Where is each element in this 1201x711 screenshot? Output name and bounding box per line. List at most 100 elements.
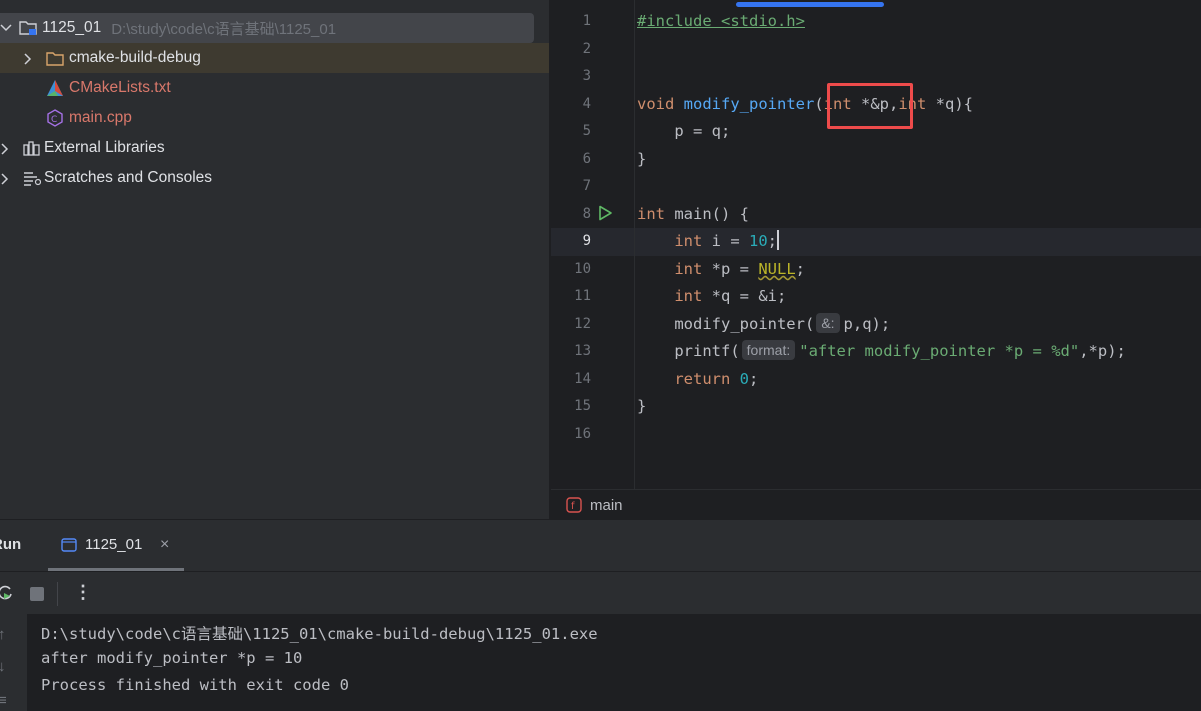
console-gutter: ↑ ↓ ≡ [0, 614, 27, 711]
console-icon [61, 538, 77, 557]
code-line[interactable]: } [637, 146, 646, 173]
more-options-icon[interactable]: ⋮ [74, 582, 92, 603]
code-line[interactable]: void modify_pointer(int *&p,int *q){ [637, 91, 973, 118]
run-tool-window: Run 1125_01 × ⋮ ↑ ↓ ≡ D:\study\code\c语言基… [0, 519, 1201, 711]
svg-text:C: C [51, 115, 57, 125]
code-line[interactable]: modify_pointer(&: p,q); [637, 311, 890, 338]
code-token: *p = [702, 260, 759, 278]
code-line[interactable]: printf(format: "after modify_pointer *p =… [637, 338, 1126, 365]
run-header: Run 1125_01 × [0, 520, 1201, 572]
code-token: ; [795, 260, 805, 278]
code-token: ,*p); [1079, 342, 1126, 360]
code-token: modify_pointer( [674, 315, 815, 333]
string-literal: "after modify_pointer *p = %d" [799, 342, 1080, 360]
line-number-current: 9 [582, 233, 591, 249]
breadcrumb[interactable]: f main [551, 489, 1201, 520]
toolbar-divider [57, 582, 58, 606]
tree-item-cmakelists[interactable]: CMakeLists.txt [45, 73, 171, 103]
chevron-right-icon[interactable] [23, 53, 33, 65]
tree-root-path: D:\study\code\c语言基础\1125_01 [111, 20, 337, 38]
console-output[interactable]: ↑ ↓ ≡ D:\study\code\c语言基础\1125_01\cmake-… [0, 614, 1201, 711]
line-number: 2 [582, 41, 591, 57]
gutter-divider [634, 0, 635, 489]
tree-item-label: cmake-build-debug [69, 49, 201, 66]
tree-root-label: 1125_01 [42, 19, 102, 36]
line-number: 10 [574, 261, 591, 277]
line-number: 5 [582, 123, 591, 139]
code-token: p,q); [843, 315, 891, 333]
line-number-gutter: 1 2 3 4 5 6 7 8 9 10 11 12 13 14 15 16 [551, 0, 635, 489]
line-number: 13 [574, 343, 591, 359]
libraries-icon [22, 138, 42, 158]
code-line[interactable]: int *q = &i; [637, 283, 786, 310]
chevron-right-icon[interactable] [0, 143, 10, 155]
parameter-hint: format: [741, 340, 796, 360]
run-tab-label: 1125_01 [85, 536, 143, 553]
chevron-right-icon[interactable] [0, 173, 10, 185]
run-title: Run [0, 536, 22, 553]
code-token: *q){ [926, 95, 974, 113]
editor-tab-indicator [736, 2, 884, 7]
tree-item-main-cpp[interactable]: C main.cpp [45, 103, 132, 133]
keyword: int [674, 232, 703, 250]
function-name: modify_pointer [683, 95, 815, 113]
line-number: 4 [582, 96, 591, 112]
code-line[interactable]: p = q; [637, 118, 730, 145]
code-line-current[interactable]: int i = 10; [637, 228, 780, 255]
keyword: int [674, 260, 703, 278]
code-token: ; [749, 370, 759, 388]
keyword: int [637, 205, 665, 223]
cpp-file-icon: C [45, 108, 65, 128]
cmake-icon [45, 78, 65, 98]
function-icon: f [566, 497, 582, 513]
scratches-icon [22, 168, 42, 188]
tree-root[interactable]: 1125_01 D:\study\code\c语言基础\1125_01 [0, 13, 534, 43]
line-number: 16 [574, 426, 591, 442]
parameter-hint: &: [816, 313, 840, 333]
text-caret [777, 230, 780, 250]
rerun-icon[interactable] [0, 584, 14, 607]
run-config-tab[interactable]: 1125_01 × [48, 520, 184, 571]
tree-item-scratches[interactable]: Scratches and Consoles [0, 163, 212, 193]
svg-text:f: f [571, 501, 575, 512]
keyword: int [674, 287, 703, 305]
chevron-down-icon[interactable] [0, 23, 12, 33]
number-literal: 10 [749, 232, 768, 250]
tree-item-cmake-build-debug[interactable]: cmake-build-debug [0, 43, 549, 73]
close-icon[interactable]: × [160, 536, 169, 554]
code-token: *q = &i; [702, 287, 787, 305]
tree-item-label: External Libraries [44, 139, 165, 156]
arrow-down-icon[interactable]: ↓ [0, 658, 6, 675]
line-number: 7 [582, 178, 591, 194]
code-token: printf( [674, 342, 740, 360]
project-tool-window: 1125_01 D:\study\code\c语言基础\1125_01 cmak… [0, 0, 549, 519]
annotation-highlight-box [827, 83, 913, 129]
line-number: 8 [582, 206, 591, 222]
line-number: 6 [582, 151, 591, 167]
soft-wrap-icon[interactable]: ≡ [0, 692, 7, 709]
tab-underline [48, 568, 184, 571]
tree-item-label: CMakeLists.txt [69, 79, 171, 96]
code-line[interactable]: } [637, 393, 646, 420]
console-line: Process finished with exit code 0 [41, 676, 349, 694]
code-token: i = [702, 232, 749, 250]
line-number: 14 [574, 371, 591, 387]
code-line[interactable]: int main() { [637, 201, 749, 228]
code-token: main() { [665, 205, 749, 223]
code-line[interactable]: #include <stdio.h> [637, 8, 805, 35]
keyword: return [674, 370, 731, 388]
number-literal: 0 [730, 370, 749, 388]
keyword: void [637, 95, 675, 113]
tree-item-external-libraries[interactable]: External Libraries [0, 133, 165, 163]
line-number: 3 [582, 68, 591, 84]
line-number: 12 [574, 316, 591, 332]
code-line[interactable]: return 0; [637, 366, 758, 393]
stop-icon[interactable] [30, 587, 44, 601]
arrow-up-icon[interactable]: ↑ [0, 626, 6, 643]
code-line[interactable]: int *p = NULL; [637, 256, 805, 283]
code-token: ( [814, 95, 824, 113]
code-editor[interactable]: 1 2 3 4 5 6 7 8 9 10 11 12 13 14 15 16 #… [550, 0, 1201, 520]
run-toolbar: ⋮ [0, 572, 1201, 614]
line-number: 11 [574, 288, 591, 304]
run-gutter-icon[interactable] [597, 205, 613, 226]
